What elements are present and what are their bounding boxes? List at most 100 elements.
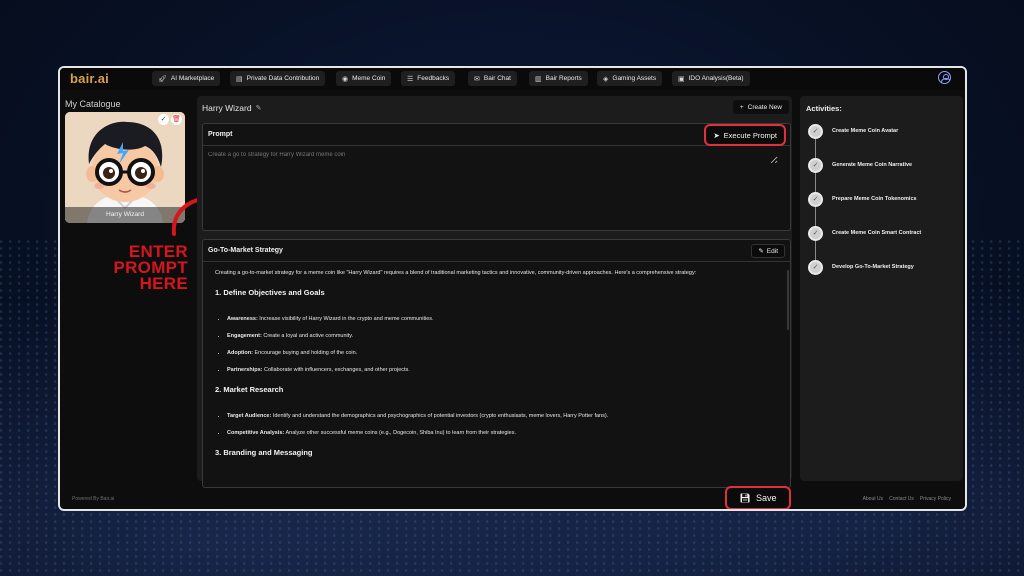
nav-label: Bair Chat [483,75,511,82]
nav-feedbacks[interactable]: ☰ Feedbacks [401,71,456,86]
edit-icon: ✎ [758,248,764,255]
item-term: Adoption: [227,350,253,357]
send-icon: ➤ [713,130,720,140]
activity-label: Generate Meme Coin Narrative [832,162,913,168]
save-button[interactable]: 💾︎ Save [725,486,791,509]
document-icon: ▤ [236,75,243,83]
activities-title: Activities: [806,104,842,113]
check-icon: ✓ [808,225,823,241]
contact-link[interactable]: Contact Us [889,496,914,502]
scrollbar[interactable] [787,270,789,330]
save-label: Save [755,493,777,503]
activity-item[interactable]: ✓ Create Meme Coin Smart Contract [808,225,921,241]
prompt-title: Prompt [208,131,233,138]
execute-label: Execute Prompt [723,130,777,140]
item-text: Analyze other successful meme coins (e.g… [284,430,516,437]
plus-icon: + [739,103,744,111]
check-icon: ✓ [808,157,823,173]
prompt-panel: Prompt ➤ Execute Prompt [202,123,791,231]
nav-gaming-assets[interactable]: ◈ Gaming Assets [597,71,663,86]
pencil-icon[interactable]: ✎ [256,104,262,112]
section-heading: 1. Define Objectives and Goals [215,288,325,298]
bair-logo[interactable]: bair.ai [70,71,109,86]
character-name[interactable]: Harry Wizard ✎ [202,103,261,113]
section-list: Awareness: Increase visibility of Harry … [215,316,775,375]
gamepad-icon: ◈ [603,75,609,83]
item-term: Competitive Analysis: [227,430,285,437]
catalogue-card[interactable]: ✓ 🗑︎ Harry Wizard [65,112,185,223]
chat-icon: ✉︎ [474,75,480,83]
item-term: Target Audience: [227,413,272,420]
activity-item[interactable]: ✓ Create Meme Coin Avatar [808,123,898,139]
check-icon: ✓ [808,259,823,275]
annotation-line: HERE [139,274,188,293]
list-item: Competitive Analysis: Analyze other succ… [227,430,775,437]
check-icon: ✓ [808,191,823,207]
catalogue-title: My Catalogue [65,99,121,109]
top-navbar: bair.ai 🚀︎ AI Marketplace ▤ Private Data… [60,68,965,90]
nav-bair-reports[interactable]: ▥ Bair Reports [529,71,588,86]
check-icon: ✓ [808,123,823,139]
strategy-title: Go-To-Market Strategy [208,247,283,254]
strategy-intro: Creating a go-to-market strategy for a m… [215,270,697,276]
enter-prompt-annotation: ENTER PROMPT HERE [104,243,188,293]
item-text: Collaborate with influencers, exchanges,… [262,367,410,374]
list-item: Partnerships: Collaborate with influence… [227,367,775,374]
strategy-content: Creating a go-to-market strategy for a m… [215,270,775,476]
card-name: Harry Wizard [65,207,185,223]
activity-label: Create Meme Coin Smart Contract [832,230,922,236]
trash-icon[interactable]: 🗑︎ [171,114,182,125]
rocket-icon: 🚀︎ [158,75,167,83]
footer-links: About Us Contact Us Privacy Policy [863,496,951,502]
privacy-link[interactable]: Privacy Policy [920,496,951,502]
about-link[interactable]: About Us [863,496,884,502]
list-item: Awareness: Increase visibility of Harry … [227,316,775,323]
nav-bair-chat[interactable]: ✉︎ Bair Chat [468,71,517,86]
item-text: Increase visibility of Harry Wizard in t… [257,315,434,322]
character-name-label: Harry Wizard [202,103,252,113]
nav-label: Feedbacks [417,75,450,82]
item-term: Awareness: [227,315,258,322]
nav-ido-analysis[interactable]: ▣ IDO Analysis(Beta) [672,71,750,86]
section-list: Target Audience: Identify and understand… [215,413,775,437]
list-icon: ☰ [407,75,414,83]
nav-label: Bair Reports [545,75,582,82]
edit-label: Edit [766,247,778,255]
save-icon: 💾︎ [739,492,751,503]
prompt-input[interactable] [208,152,778,164]
coins-icon: ◉ [342,75,349,83]
nav-ai-marketplace[interactable]: 🚀︎ AI Marketplace [152,71,221,86]
chart-icon: ▥ [535,75,542,83]
list-item: Adoption: Encourage buying and holding o… [227,350,775,357]
check-icon[interactable]: ✓ [158,114,169,125]
activities-panel: Activities: ✓ Create Meme Coin Avatar ✓ … [800,96,963,481]
activity-label: Create Meme Coin Avatar [832,128,899,134]
nav-meme-coin[interactable]: ◉ Meme Coin [336,71,392,86]
nav-private-data-contribution[interactable]: ▤ Private Data Contribution [230,71,326,86]
item-term: Partnerships: [227,367,263,374]
analysis-icon: ▣ [678,75,685,83]
activity-item[interactable]: ✓ Develop Go-To-Market Strategy [808,259,914,275]
list-item: Engagement: Create a loyal and active co… [227,333,775,340]
user-profile-icon[interactable] [938,71,951,84]
activity-label: Prepare Meme Coin Tokenomics [832,196,917,202]
list-item: Target Audience: Identify and understand… [227,413,775,420]
item-term: Engagement: [227,333,262,340]
create-new-button[interactable]: + Create New [732,100,789,114]
nav-label: Private Data Contribution [246,75,320,82]
editor-panel: Harry Wizard ✎ + Create New Prompt ➤ Exe… [197,96,792,488]
activity-label: Develop Go-To-Market Strategy [832,264,914,270]
strategy-header: Go-To-Market Strategy ✎ Edit [203,240,790,262]
edit-button[interactable]: ✎ Edit [751,244,785,258]
nav-label: Gaming Assets [612,75,657,82]
create-new-label: Create New [747,103,782,111]
activity-item[interactable]: ✓ Generate Meme Coin Narrative [808,157,912,173]
item-text: Create a loyal and active community. [261,333,354,340]
item-text: Encourage buying and holding of the coin… [252,350,358,357]
execute-prompt-button[interactable]: ➤ Execute Prompt [704,124,786,146]
app-window: bair.ai 🚀︎ AI Marketplace ▤ Private Data… [58,66,967,511]
nav-label: AI Marketplace [170,75,215,82]
activity-item[interactable]: ✓ Prepare Meme Coin Tokenomics [808,191,917,207]
section-heading: 3. Branding and Messaging [215,448,313,458]
item-text: Identify and understand the demographics… [271,413,609,420]
